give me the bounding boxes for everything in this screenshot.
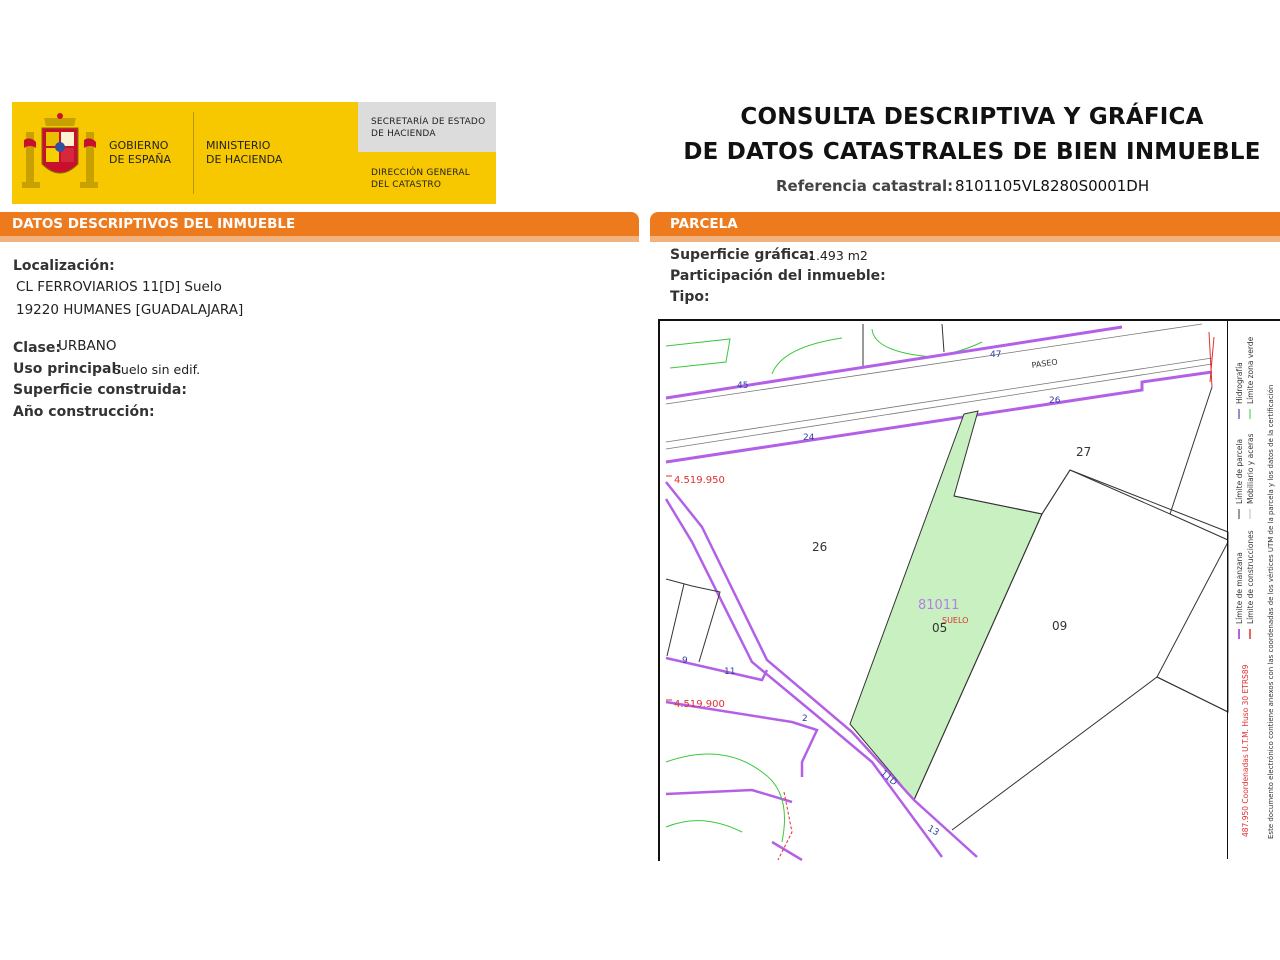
coat-of-arms-icon — [22, 113, 98, 188]
map-label-45: 45 — [737, 381, 748, 391]
title-line-2: DE DATOS CATASTRALES DE BIEN INMUEBLE — [683, 139, 1261, 165]
clase-value: URBANO — [58, 338, 117, 354]
green-zone-line — [771, 337, 843, 375]
uso-label: Uso principal: — [13, 361, 122, 377]
legend-note: Este documento electrónico contiene anex… — [1267, 385, 1275, 839]
section-bar-shadow-left — [0, 236, 639, 242]
section-title-parcela: PARCELA — [670, 216, 738, 232]
map-label-9: 9 — [682, 656, 688, 666]
secretaria-text: SECRETARÍA DE ESTADO DE HACIENDA — [371, 117, 486, 139]
tipo-label: Tipo: — [670, 289, 710, 305]
map-label-27: 27 — [1076, 445, 1091, 459]
street-name: PASEO — [1031, 357, 1058, 370]
sidewalk-line — [665, 357, 1213, 443]
block-boundary — [771, 840, 803, 861]
map-label-26: 26 — [812, 540, 827, 554]
map-label-11: 11 — [724, 667, 735, 677]
section-bar-shadow-right — [650, 236, 1280, 242]
clase-label: Clase: — [13, 340, 61, 356]
ref-value: 8101105VL8280S0001DH — [955, 177, 1150, 195]
ministerio-text: MINISTERIO DE HACIENDA — [206, 139, 283, 166]
superficie-grafica-value: 1.493 m2 — [808, 248, 868, 263]
participacion-label: Participación del inmueble: — [670, 268, 886, 284]
direccion-text: DIRECCIÓN GENERAL DEL CATASTRO — [371, 168, 470, 190]
green-zone-line — [665, 820, 743, 833]
section-title-descriptivos: DATOS DESCRIPTIVOS DEL INMUEBLE — [12, 216, 296, 232]
address-line-2: 19220 HUMANES [GUADALAJARA] — [16, 302, 244, 318]
parcel-subtype: SUELO — [942, 616, 968, 625]
superficie-construida-label: Superficie construida: — [13, 382, 187, 398]
parcel-boundary — [1156, 541, 1229, 678]
localizacion-label: Localización: — [13, 258, 115, 274]
block-boundary — [665, 700, 819, 777]
parcel-boundary — [1041, 469, 1071, 515]
legend-zona-verde: Límite zona verde — [1246, 336, 1255, 404]
coordinate-y-2: 4.519.900 — [674, 699, 725, 710]
green-zone-line — [665, 338, 731, 369]
gobierno-text: GOBIERNO DE ESPAÑA — [109, 139, 172, 166]
anio-construccion-label: Año construcción: — [13, 404, 155, 420]
cadastral-map-svg: PASEO 47 45 26 24 27 26 81011 05 SUELO 0… — [664, 323, 1229, 861]
map-label-09: 09 — [1052, 619, 1067, 633]
legend-parcela: Límite de parcela — [1235, 439, 1244, 504]
hydrography-line — [1208, 331, 1215, 388]
map-legend: Límite de manzana Límite de parcela Hidr… — [1235, 336, 1275, 839]
address-line-1: CL FERROVIARIOS 11[D] Suelo — [16, 279, 222, 295]
ref-label: Referencia catastral: — [776, 177, 954, 195]
parcel-boundary — [1156, 676, 1229, 713]
legend-manzana: Límite de manzana — [1235, 552, 1244, 624]
map-label-24: 24 — [803, 433, 815, 443]
superficie-grafica-label: Superficie gráfica: — [670, 247, 815, 263]
parcel-boundary — [941, 323, 945, 353]
legend-coordinates: 487.950 Coordenadas U.T.M. Huso 30 ETRS8… — [1241, 664, 1250, 837]
legend-construcciones: Límite de construcciones — [1246, 530, 1255, 624]
cadastral-map[interactable]: PASEO 47 45 26 24 27 26 81011 05 SUELO 0… — [658, 319, 1280, 861]
map-label-2: 2 — [802, 714, 808, 724]
map-label-26-road: 26 — [1049, 396, 1061, 406]
sidewalk-line — [665, 363, 1213, 450]
logo-divider — [193, 112, 194, 194]
parcel-boundary — [1069, 469, 1229, 562]
parcel-boundary — [666, 583, 685, 657]
uso-value: Suelo sin edif. — [113, 362, 201, 377]
legend-separator — [1227, 319, 1228, 859]
map-label-47: 47 — [990, 350, 1001, 360]
parcel-code: 81011 — [918, 598, 959, 613]
section-bar-descriptivos: DATOS DESCRIPTIVOS DEL INMUEBLE — [0, 212, 639, 236]
legend-mobiliario: Mobiliario y aceras — [1246, 433, 1255, 504]
green-zone-line — [665, 753, 785, 843]
section-bar-parcela: PARCELA — [650, 212, 1280, 236]
title-line-1: CONSULTA DESCRIPTIVA Y GRÁFICA — [740, 104, 1204, 130]
coordinate-y-1: 4.519.950 — [674, 475, 725, 486]
parcel-boundary — [665, 578, 721, 663]
legend-hidrografia: Hidrografía — [1235, 362, 1244, 404]
block-boundary — [665, 788, 793, 804]
